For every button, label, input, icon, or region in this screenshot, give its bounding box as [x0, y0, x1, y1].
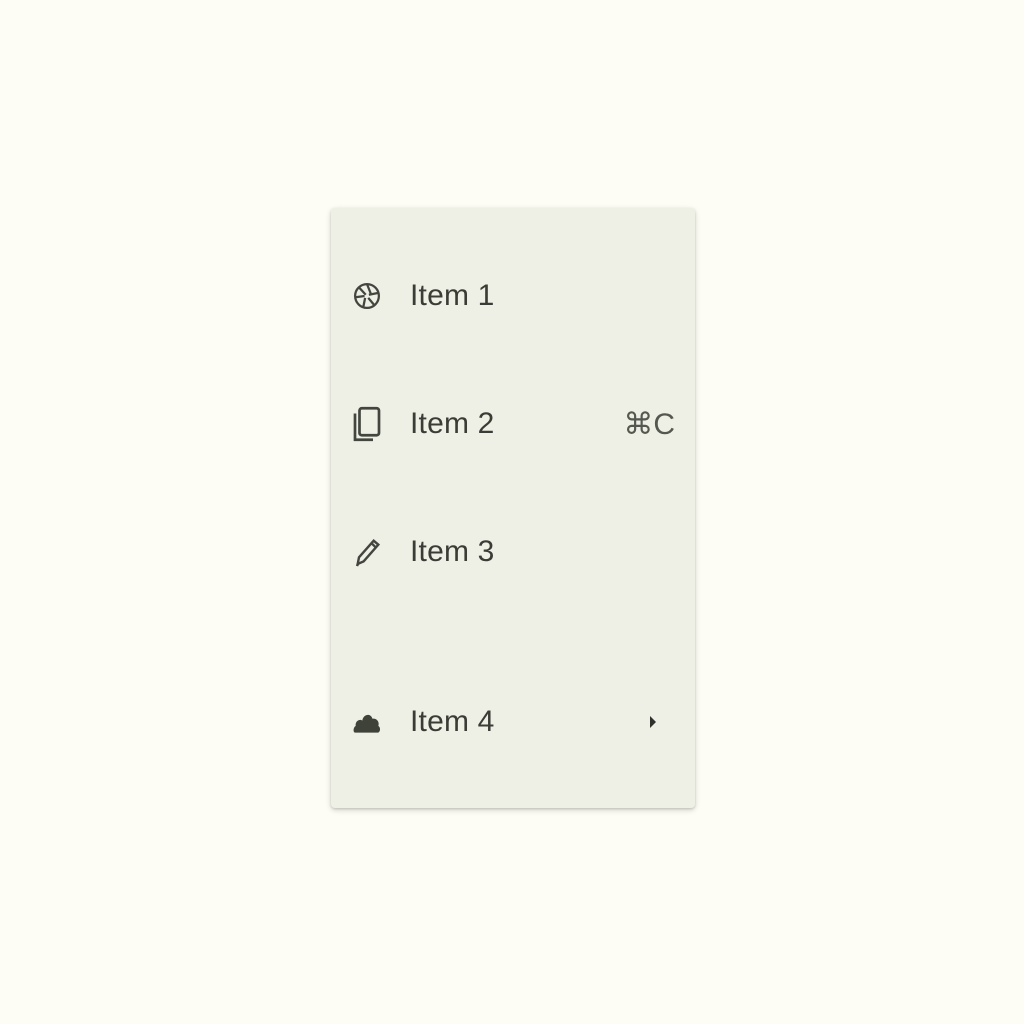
- tablet-icon: [349, 406, 385, 442]
- menu-item-2[interactable]: Item 2 ⌘C: [331, 360, 695, 488]
- cloud-icon: [349, 704, 385, 740]
- menu-item-1[interactable]: Item 1: [331, 232, 695, 360]
- menu-item-label: Item 4: [410, 705, 495, 738]
- context-menu: Item 1 Item 2 ⌘C Item 3 Item 4: [331, 208, 695, 808]
- chevron-right-icon: [645, 714, 661, 730]
- aperture-icon: [349, 278, 385, 314]
- menu-item-3[interactable]: Item 3: [331, 488, 695, 616]
- menu-item-label: Item 2: [410, 407, 495, 440]
- menu-item-4[interactable]: Item 4: [331, 658, 695, 786]
- keyboard-shortcut: ⌘C: [623, 407, 675, 441]
- menu-spacer: [331, 616, 695, 658]
- menu-item-label: Item 3: [410, 535, 495, 568]
- menu-item-label: Item 1: [410, 279, 495, 312]
- pencil-icon: [349, 534, 385, 570]
